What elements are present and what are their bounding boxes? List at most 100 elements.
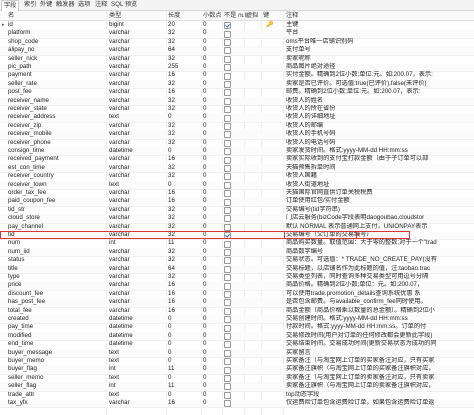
field-decimals-cell[interactable]: 0: [203, 172, 223, 180]
field-length-cell[interactable]: 16: [168, 307, 202, 315]
field-decimals-cell[interactable]: 0: [203, 248, 223, 256]
field-type-cell[interactable]: varchar: [109, 88, 167, 96]
field-length-cell[interactable]: 32: [168, 248, 202, 256]
field-type-cell[interactable]: varchar: [109, 265, 167, 273]
field-decimals-cell[interactable]: 0: [203, 273, 223, 281]
field-name-cell[interactable]: discount_fee: [8, 290, 103, 298]
tab-6[interactable]: SQL 预览: [109, 1, 139, 9]
field-length-cell[interactable]: 32: [168, 38, 202, 46]
field-decimals-cell[interactable]: 0: [203, 349, 223, 357]
field-name-cell[interactable]: type: [8, 273, 103, 281]
field-length-cell[interactable]: 16: [168, 189, 202, 197]
field-type-cell[interactable]: varchar: [109, 139, 167, 147]
field-name-cell[interactable]: receiver_zip: [8, 122, 103, 130]
field-type-cell[interactable]: varchar: [109, 71, 167, 79]
field-decimals-cell[interactable]: 0: [203, 323, 223, 331]
field-decimals-cell[interactable]: 0: [203, 88, 223, 96]
field-type-cell[interactable]: varchar: [109, 80, 167, 88]
field-comment-cell[interactable]: 商品数字编号: [286, 248, 474, 256]
not-null-checkbox[interactable]: [224, 232, 231, 240]
field-name-cell[interactable]: tax_yfx: [8, 399, 103, 407]
field-length-cell[interactable]: 0: [168, 349, 202, 357]
field-decimals-cell[interactable]: 0: [203, 21, 223, 29]
field-decimals-cell[interactable]: 0: [203, 307, 223, 315]
field-decimals-cell[interactable]: 0: [203, 80, 223, 88]
field-name-cell[interactable]: status: [8, 256, 103, 264]
field-comment-cell[interactable]: 收货人国籍: [286, 172, 474, 180]
field-type-cell[interactable]: varchar: [109, 197, 167, 205]
field-length-cell[interactable]: 0: [168, 147, 202, 155]
field-comment-cell[interactable]: 卖家实际收到的支付宝打款金额（由于子订单可以部: [286, 155, 474, 163]
not-null-checkbox[interactable]: [224, 198, 231, 206]
field-length-cell[interactable]: 0: [168, 391, 202, 399]
field-comment-cell[interactable]: 交易状态。可选值：* TRADE_NO_CREATE_PAY(没有: [286, 256, 474, 264]
field-length-cell[interactable]: 32: [168, 122, 202, 130]
header-key[interactable]: 键: [263, 11, 269, 20]
tab-4[interactable]: 选项: [76, 1, 92, 9]
field-name-cell[interactable]: seller_rate: [8, 80, 103, 88]
field-length-cell[interactable]: 32: [168, 214, 202, 222]
field-name-cell[interactable]: order_tax_fee: [8, 189, 103, 197]
field-length-cell[interactable]: 16: [168, 399, 202, 407]
not-null-checkbox[interactable]: [224, 97, 231, 105]
field-name-cell[interactable]: est_con_time: [8, 164, 103, 172]
field-comment-cell[interactable]: 收货人的邮编: [286, 122, 474, 130]
field-length-cell[interactable]: 32: [168, 105, 202, 113]
not-null-checkbox[interactable]: [224, 332, 231, 340]
field-length-cell[interactable]: 16: [168, 88, 202, 96]
field-length-cell[interactable]: 16: [168, 197, 202, 205]
not-null-checkbox[interactable]: [224, 122, 231, 130]
not-null-checkbox[interactable]: [224, 265, 231, 273]
header-comment[interactable]: 注释: [286, 11, 298, 20]
field-type-cell[interactable]: datetime: [109, 147, 167, 155]
field-comment-cell[interactable]: 交易结束时间。交易成功时间(更新交易状态为成功的同: [286, 340, 474, 348]
field-type-cell[interactable]: text: [109, 181, 167, 189]
field-length-cell[interactable]: 32: [168, 130, 202, 138]
field-name-cell[interactable]: alipay_no: [8, 46, 103, 54]
field-comment-cell[interactable]: 交易创建时间。格式:yyyy-MM-dd HH:mm:ss: [286, 315, 474, 323]
field-type-cell[interactable]: varchar: [109, 122, 167, 130]
field-decimals-cell[interactable]: 0: [203, 113, 223, 121]
field-decimals-cell[interactable]: 0: [203, 214, 223, 222]
field-decimals-cell[interactable]: 0: [203, 29, 223, 37]
field-name-cell[interactable]: tid_str: [8, 206, 103, 214]
field-decimals-cell[interactable]: 0: [203, 71, 223, 79]
field-type-cell[interactable]: text: [109, 357, 167, 365]
field-name-cell[interactable]: pic_path: [8, 63, 103, 71]
field-length-cell[interactable]: 32: [168, 139, 202, 147]
field-length-cell[interactable]: 0: [168, 323, 202, 331]
field-decimals-cell[interactable]: 0: [203, 105, 223, 113]
field-length-cell[interactable]: 32: [168, 231, 202, 239]
field-type-cell[interactable]: text: [109, 374, 167, 382]
field-comment-cell[interactable]: 可以使用trade.promotion_details查询系统优惠 系: [286, 290, 474, 298]
field-comment-cell[interactable]: 实付金额。精确到2位小数;单位:元。如:200.07，表示:: [286, 71, 474, 79]
field-type-cell[interactable]: varchar: [109, 63, 167, 71]
field-name-cell[interactable]: trade_attr: [8, 391, 103, 399]
field-comment-cell[interactable]: 交易编号（父订单的交易编号）: [286, 231, 474, 239]
header-length[interactable]: 长度: [168, 11, 180, 20]
field-length-cell[interactable]: 16: [168, 155, 202, 163]
not-null-checkbox[interactable]: [224, 164, 231, 172]
field-name-cell[interactable]: created: [8, 315, 103, 323]
field-comment-cell[interactable]: 卖家备注旗帜（与淘宝网上订单的卖家备注旗帜对应，: [286, 382, 474, 390]
tab-1[interactable]: 索引: [22, 1, 38, 9]
field-comment-cell[interactable]: 是否包含邮费。与available_confirm_fee同时使用。: [286, 298, 474, 306]
field-decimals-cell[interactable]: 0: [203, 155, 223, 163]
field-comment-cell[interactable]: 默认 NORMAL 表示普通网上支付，UNIONPAY表示: [286, 223, 474, 231]
field-name-cell[interactable]: seller_nick: [8, 55, 103, 63]
field-comment-cell[interactable]: 主键: [286, 21, 474, 29]
field-type-cell[interactable]: varchar: [109, 273, 167, 281]
field-name-cell[interactable]: has_post_fee: [8, 298, 103, 306]
field-type-cell[interactable]: varchar: [109, 281, 167, 289]
field-comment-cell[interactable]: 交易标题，以店铺名作为此标题的值，注:taobao.trac: [286, 265, 474, 273]
not-null-checkbox[interactable]: [224, 316, 231, 324]
field-comment-cell[interactable]: 支付单号: [286, 46, 474, 54]
field-comment-cell[interactable]: 收货人的电话号码: [286, 139, 474, 147]
field-name-cell[interactable]: receiver_address: [8, 113, 103, 121]
not-null-checkbox[interactable]: [224, 391, 231, 399]
field-name-cell[interactable]: id: [8, 21, 103, 29]
not-null-checkbox[interactable]: [224, 206, 231, 214]
field-type-cell[interactable]: varchar: [109, 29, 167, 37]
field-name-cell[interactable]: receiver_country: [8, 172, 103, 180]
not-null-checkbox[interactable]: [224, 173, 231, 181]
